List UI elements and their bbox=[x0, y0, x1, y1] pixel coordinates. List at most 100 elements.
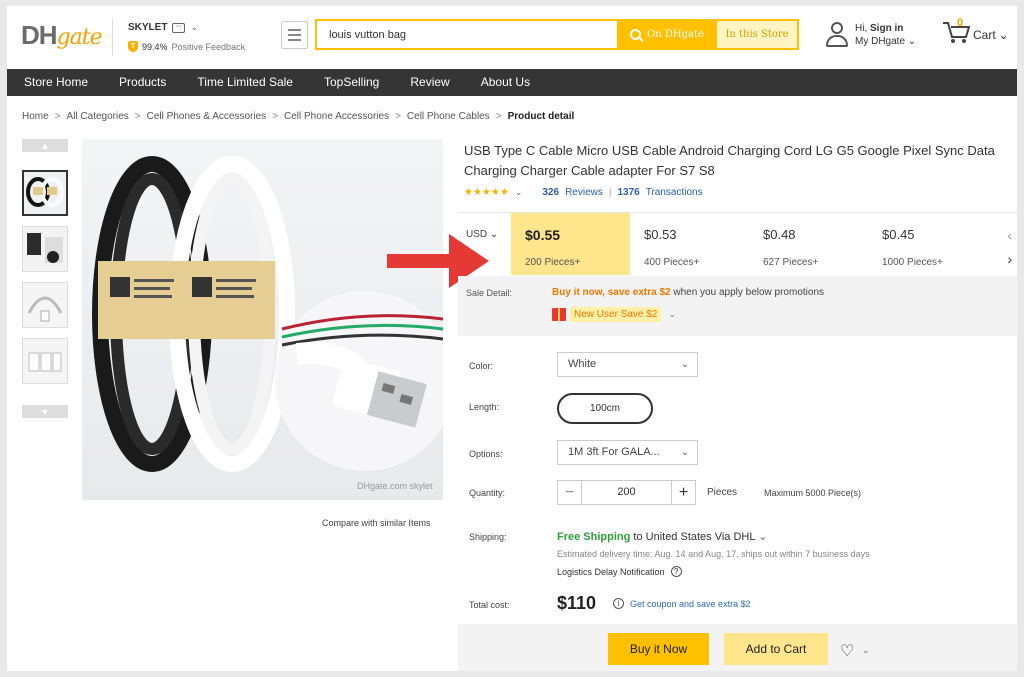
breadcrumb-phone-cables[interactable]: Cell Phone Cables bbox=[407, 111, 490, 122]
thumbnail-down-button[interactable]: ▼ bbox=[22, 405, 68, 418]
new-user-coupon[interactable]: New User Save $2 ⌄ bbox=[552, 307, 676, 322]
quantity-minus-button[interactable]: − bbox=[558, 481, 582, 504]
search-dhgate-button[interactable]: On DHgate bbox=[617, 21, 717, 48]
logistics-label: Logistics Delay Notification bbox=[557, 566, 665, 577]
thumbnail-4[interactable] bbox=[22, 338, 68, 384]
tier-price: $0.53 bbox=[644, 227, 677, 242]
shipping-label: Shipping: bbox=[469, 532, 507, 542]
chevron-down-icon[interactable]: ⌄ bbox=[515, 187, 523, 198]
price-tier-3[interactable]: $0.48 627 Pieces+ bbox=[749, 213, 868, 275]
sign-in-link[interactable]: Sign in bbox=[870, 23, 903, 34]
feedback-percent: 99.4% bbox=[142, 41, 168, 52]
account-menu[interactable]: Hi, Sign in My DHgate ⌄ bbox=[825, 22, 916, 48]
chat-icon[interactable]: ··· bbox=[172, 22, 186, 33]
search-dhgate-label: On DHgate bbox=[647, 29, 704, 40]
logo-gate: gate bbox=[56, 25, 103, 50]
chevron-right-icon[interactable]: › bbox=[1007, 251, 1012, 267]
menu-button[interactable] bbox=[281, 21, 308, 49]
heart-icon[interactable]: ♡ bbox=[840, 641, 854, 661]
cart-icon bbox=[943, 22, 970, 43]
product-main-image[interactable]: DHgate.com skylet bbox=[82, 139, 443, 500]
coupon-link[interactable]: i Get coupon and save extra $2 bbox=[613, 598, 751, 609]
reviews-link[interactable]: Reviews bbox=[565, 187, 603, 198]
store-name-text: SKYLET bbox=[128, 22, 168, 33]
breadcrumb-home[interactable]: Home bbox=[22, 111, 49, 122]
free-shipping: Free Shipping bbox=[557, 531, 631, 543]
max-quantity: Maximum 5000 Piece(s) bbox=[764, 488, 862, 498]
length-option-100cm[interactable]: 100cm bbox=[557, 393, 653, 424]
quantity-input[interactable]: 200 bbox=[582, 481, 671, 504]
dhgate-logo[interactable]: DHgate bbox=[21, 20, 103, 51]
tier-price: $0.55 bbox=[525, 227, 561, 243]
add-to-cart-button[interactable]: Add to Cart bbox=[724, 633, 828, 665]
quantity-label: Quantity: bbox=[469, 488, 506, 498]
search-store-button[interactable]: In this Store bbox=[717, 21, 797, 48]
info-icon: i bbox=[613, 598, 624, 609]
price-tier-1[interactable]: $0.55 200 Pieces+ bbox=[511, 213, 630, 275]
length-label: Length: bbox=[469, 402, 500, 412]
nav-time-limited-sale[interactable]: Time Limited Sale bbox=[197, 69, 293, 96]
transactions-link[interactable]: Transactions bbox=[646, 187, 703, 198]
store-nav: Store Home Products Time Limited Sale To… bbox=[7, 69, 1017, 96]
options-select[interactable]: 1M 3ft For GALA... ⌄ bbox=[557, 440, 698, 465]
search-input[interactable] bbox=[317, 21, 617, 48]
coupon-link-text: Get coupon and save extra $2 bbox=[630, 598, 751, 609]
ratings-divider: | bbox=[608, 187, 612, 198]
sale-detail-label: Sale Detail: bbox=[466, 288, 513, 298]
chevron-down-icon: ⌄ bbox=[680, 447, 689, 458]
nav-about-us[interactable]: About Us bbox=[481, 69, 530, 96]
tier-price: $0.45 bbox=[882, 227, 915, 242]
trophy-icon: T bbox=[128, 41, 138, 52]
sale-detail: Sale Detail: Buy it now, save extra $2 w… bbox=[458, 276, 1017, 336]
compare-similar-link[interactable]: Compare with similar Items bbox=[322, 518, 431, 528]
chevron-down-icon: ⌄ bbox=[668, 309, 676, 319]
thumbnail-2[interactable] bbox=[22, 226, 68, 272]
store-name[interactable]: SKYLET ··· ⌄ bbox=[128, 22, 198, 33]
breadcrumb-current: Product detail bbox=[507, 111, 575, 122]
breadcrumb: Home > All Categories > Cell Phones & Acce… bbox=[22, 111, 575, 122]
chevron-left-icon[interactable]: ‹ bbox=[1007, 227, 1012, 243]
thumbnail-1[interactable] bbox=[22, 170, 68, 216]
thumbnail-3[interactable] bbox=[22, 282, 68, 328]
chevron-down-icon: ⌄ bbox=[998, 28, 1009, 42]
chevron-down-icon: ⌄ bbox=[680, 359, 689, 370]
buy-now-button[interactable]: Buy it Now bbox=[608, 633, 709, 665]
breadcrumb-all-categories[interactable]: All Categories bbox=[67, 111, 129, 122]
price-tiers: USD ⌄ $0.55 200 Pieces+ $0.53 400 Pieces… bbox=[458, 212, 1017, 275]
gift-icon bbox=[552, 308, 566, 321]
color-select[interactable]: White ⌄ bbox=[557, 352, 698, 377]
color-value: White bbox=[568, 358, 597, 370]
cart-button[interactable]: 0 Cart ⌄ bbox=[942, 17, 1009, 44]
reviews-count[interactable]: 326 bbox=[542, 187, 559, 198]
logistics-notice[interactable]: Logistics Delay Notification ? bbox=[557, 566, 682, 577]
tier-qty: 400 Pieces+ bbox=[644, 257, 700, 268]
nav-store-home[interactable]: Store Home bbox=[24, 69, 88, 96]
user-icon bbox=[825, 22, 849, 48]
star-rating[interactable]: ★★★★★ bbox=[464, 187, 509, 198]
my-dhgate-link[interactable]: My DHgate bbox=[855, 36, 905, 47]
thumbnail-up-button[interactable]: ▲ bbox=[22, 139, 68, 152]
price-tier-4[interactable]: $0.45 1000 Pieces+ bbox=[868, 213, 987, 275]
nav-review[interactable]: Review bbox=[410, 69, 449, 96]
action-bar: Buy it Now Add to Cart ♡ ⌄ bbox=[458, 624, 1017, 671]
nav-products[interactable]: Products bbox=[119, 69, 166, 96]
chevron-down-icon: ⌄ bbox=[907, 36, 917, 47]
search-store-label: In this Store bbox=[725, 29, 789, 40]
cart-label: Cart bbox=[973, 28, 996, 42]
breadcrumb-cell-phones[interactable]: Cell Phones & Accessories bbox=[147, 111, 267, 122]
quantity-plus-button[interactable]: + bbox=[671, 481, 695, 504]
help-icon[interactable]: ? bbox=[670, 566, 682, 577]
coupon-label: New User Save $2 bbox=[570, 307, 662, 322]
chevron-down-icon[interactable]: ⌄ bbox=[190, 22, 198, 33]
shipping-method[interactable]: Free Shipping to United States Via DHL ⌄ bbox=[557, 530, 767, 543]
breadcrumb-phone-accessories[interactable]: Cell Phone Accessories bbox=[284, 111, 389, 122]
nav-topselling[interactable]: TopSelling bbox=[324, 69, 379, 96]
header-divider bbox=[112, 18, 113, 56]
chevron-down-icon: ⌄ bbox=[758, 531, 768, 543]
total-label: Total cost: bbox=[469, 600, 510, 610]
chevron-down-icon[interactable]: ⌄ bbox=[862, 645, 870, 656]
color-label: Color: bbox=[469, 361, 494, 371]
price-tier-2[interactable]: $0.53 400 Pieces+ bbox=[630, 213, 749, 275]
transactions-count[interactable]: 1376 bbox=[617, 187, 639, 198]
pieces-unit: Pieces bbox=[707, 487, 738, 498]
